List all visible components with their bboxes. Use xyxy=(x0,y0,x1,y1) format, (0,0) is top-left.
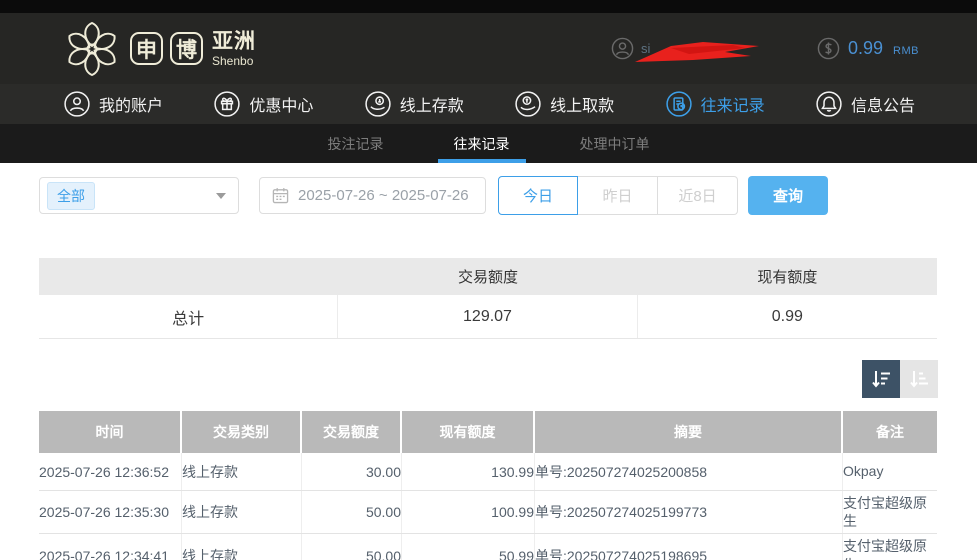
table-row: 2025-07-26 12:35:30 线上存款 50.00 100.99 单号… xyxy=(39,491,937,534)
date-range-input[interactable]: 2025-07-26 ~ 2025-07-26 xyxy=(259,177,486,214)
nav-item-announcements[interactable]: 信息公告 xyxy=(816,91,915,117)
today-button[interactable]: 今日 xyxy=(498,176,578,215)
yesterday-button[interactable]: 昨日 xyxy=(578,176,658,215)
summary-total-label: 总计 xyxy=(39,295,338,338)
sort-descending-button[interactable] xyxy=(862,360,900,398)
cell-summary: 单号:202507274025200858 xyxy=(535,453,843,490)
cell-note: Okpay xyxy=(843,453,937,490)
summary-total-row: 总计 129.07 0.99 xyxy=(39,295,937,339)
quick-date-group: 今日 昨日 近8日 xyxy=(498,176,738,215)
main-content: 全部 2025-07-26 ~ 2025-07-26 今日 昨日 近8日 查询 … xyxy=(0,176,977,560)
col-header-amount: 交易额度 xyxy=(302,411,402,453)
subnav-item-transaction-records[interactable]: 往来记录 xyxy=(438,124,526,163)
gift-icon xyxy=(214,91,240,117)
nav-label: 优惠中心 xyxy=(249,92,313,116)
nav-item-records[interactable]: 往来记录 xyxy=(666,91,765,117)
summary-header-row: 交易额度 现有额度 xyxy=(39,258,937,295)
summary-table: 交易额度 现有额度 总计 129.07 0.99 xyxy=(39,258,937,339)
table-row: 2025-07-26 12:36:52 线上存款 30.00 130.99 单号… xyxy=(39,453,937,491)
logo-subtitle: Shenbo xyxy=(212,55,256,67)
chevron-down-icon xyxy=(216,193,226,199)
cell-balance: 100.99 xyxy=(402,491,535,533)
balance-currency: RMB xyxy=(893,41,919,57)
subnav-label: 往来记录 xyxy=(454,134,510,154)
cell-balance: 50.99 xyxy=(402,534,535,560)
table-header-row: 时间 交易类别 交易额度 现有额度 摘要 备注 xyxy=(39,411,937,453)
last-8-days-button[interactable]: 近8日 xyxy=(658,176,738,215)
cell-note: 支付宝超级原生 xyxy=(843,491,937,533)
redaction-scribble xyxy=(633,34,761,66)
nav-label: 线上取款 xyxy=(550,92,614,116)
logo-char-box: 博 xyxy=(170,32,203,65)
sort-controls xyxy=(39,360,938,398)
category-dropdown[interactable]: 全部 xyxy=(39,177,239,214)
summary-header-balance: 现有额度 xyxy=(638,258,937,295)
date-range-value: 2025-07-26 ~ 2025-07-26 xyxy=(298,187,469,204)
subnav-item-pending-orders[interactable]: 处理中订单 xyxy=(564,124,666,163)
account-icon xyxy=(64,91,90,117)
nav-item-withdraw[interactable]: 线上取款 xyxy=(515,91,614,117)
top-strip xyxy=(0,0,977,13)
summary-header-empty xyxy=(39,258,338,295)
sort-desc-icon xyxy=(870,368,892,390)
subnav-label: 处理中订单 xyxy=(580,134,650,154)
balance-display[interactable]: 0.99 RMB xyxy=(817,37,919,60)
cell-time: 2025-07-26 12:35:30 xyxy=(39,491,182,533)
cell-amount: 50.00 xyxy=(302,491,402,533)
cell-balance: 130.99 xyxy=(402,453,535,490)
cell-summary: 单号:202507274025198695 xyxy=(535,534,843,560)
records-icon xyxy=(666,91,692,117)
bell-icon xyxy=(816,91,842,117)
nav-label: 我的账户 xyxy=(99,92,163,116)
cell-type: 线上存款 xyxy=(182,491,302,533)
col-header-time: 时间 xyxy=(39,411,182,453)
cell-summary: 单号:202507274025199773 xyxy=(535,491,843,533)
logo-char-1: 申 xyxy=(136,34,157,64)
col-header-note: 备注 xyxy=(843,411,937,453)
col-header-type: 交易类别 xyxy=(182,411,302,453)
transactions-table: 时间 交易类别 交易额度 现有额度 摘要 备注 2025-07-26 12:36… xyxy=(39,411,937,560)
table-row: 2025-07-26 12:34:41 线上存款 50.00 50.99 单号:… xyxy=(39,534,937,560)
logo-char-2: 博 xyxy=(176,34,197,64)
sort-ascending-button[interactable] xyxy=(900,360,938,398)
filter-bar: 全部 2025-07-26 ~ 2025-07-26 今日 昨日 近8日 查询 xyxy=(39,176,938,215)
calendar-icon xyxy=(272,187,289,204)
query-button[interactable]: 查询 xyxy=(748,176,828,215)
withdraw-icon xyxy=(515,91,541,117)
user-avatar-icon xyxy=(611,37,634,60)
nav-item-my-account[interactable]: 我的账户 xyxy=(64,91,163,117)
cell-time: 2025-07-26 12:34:41 xyxy=(39,534,182,560)
cell-type: 线上存款 xyxy=(182,453,302,490)
dollar-circle-icon xyxy=(817,37,840,60)
balance-amount: 0.99 xyxy=(848,38,883,59)
nav-item-deposit[interactable]: 线上存款 xyxy=(365,91,464,117)
cell-type: 线上存款 xyxy=(182,534,302,560)
nav-item-promotions[interactable]: 优惠中心 xyxy=(214,91,313,117)
site-logo[interactable]: 申 博 亚洲 Shenbo xyxy=(62,19,256,79)
sort-asc-icon xyxy=(908,368,930,390)
record-subnav: 投注记录 往来记录 处理中订单 xyxy=(0,124,977,163)
nav-label: 往来记录 xyxy=(701,92,765,116)
logo-region-text: 亚洲 xyxy=(212,31,256,52)
subnav-item-bet-records[interactable]: 投注记录 xyxy=(312,124,400,163)
cell-amount: 50.00 xyxy=(302,534,402,560)
cell-time: 2025-07-26 12:36:52 xyxy=(39,453,182,490)
col-header-balance: 现有额度 xyxy=(402,411,535,453)
nav-label: 线上存款 xyxy=(400,92,464,116)
main-nav: 我的账户 优惠中心 线上存款 线上取款 往来记录 xyxy=(0,84,977,124)
cell-note: 支付宝超级原生 xyxy=(843,534,937,560)
col-header-summary: 摘要 xyxy=(535,411,843,453)
cell-amount: 30.00 xyxy=(302,453,402,490)
summary-transaction-total: 129.07 xyxy=(338,295,637,338)
deposit-icon xyxy=(365,91,391,117)
category-selected-chip: 全部 xyxy=(47,182,95,210)
user-account-chip[interactable]: si xyxy=(611,34,761,64)
summary-current-balance: 0.99 xyxy=(638,295,937,338)
nav-label: 信息公告 xyxy=(851,92,915,116)
logo-char-box: 申 xyxy=(130,32,163,65)
summary-header-transaction: 交易额度 xyxy=(338,258,637,295)
subnav-label: 投注记录 xyxy=(328,134,384,154)
site-header: 申 博 亚洲 Shenbo si 0.99 RMB xyxy=(0,13,977,84)
flower-logo-icon xyxy=(62,19,122,79)
